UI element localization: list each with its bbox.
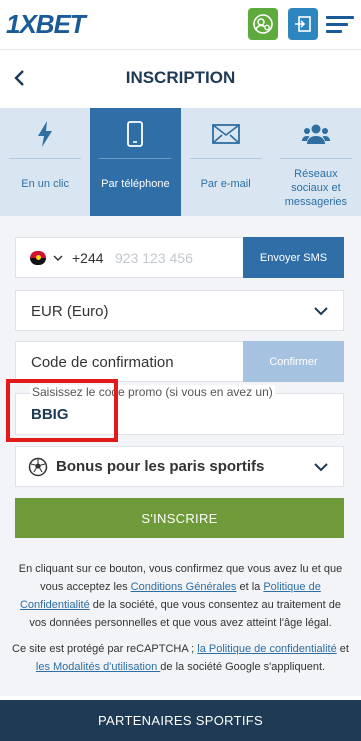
tab-label: Par téléphone	[101, 178, 170, 190]
tab-label: Par e-mail	[200, 178, 251, 190]
google-terms-link[interactable]: les Modalités d'utilisation	[36, 661, 160, 673]
tab-phone[interactable]: Par téléphone	[90, 108, 181, 216]
brand-logo[interactable]: 1XBET	[6, 9, 86, 40]
legal-text: En cliquant sur ce bouton, vous confirme…	[10, 560, 351, 676]
smartphone-icon	[127, 121, 144, 147]
page-header: INSCRIPTION	[0, 50, 361, 108]
tab-label: Réseaux sociaux et messageries	[284, 168, 348, 208]
terms-paragraph: En cliquant sur ce bouton, vous confirme…	[18, 563, 343, 629]
soccer-ball-icon	[28, 457, 48, 477]
page-title: INSCRIPTION	[125, 68, 236, 87]
highlight-box	[6, 379, 118, 442]
terms-link[interactable]: Conditions Générales	[131, 581, 237, 593]
chevron-down-icon[interactable]	[53, 254, 63, 262]
country-code: +244	[72, 250, 104, 266]
send-sms-button[interactable]: Envoyer SMS	[243, 237, 344, 278]
tab-one-click[interactable]: En un clic	[0, 108, 90, 216]
confirm-button[interactable]: Confirmer	[243, 341, 344, 382]
tab-email[interactable]: Par e-mail	[181, 108, 271, 216]
registration-tabs: En un clic Par téléphone Par e-mail Rése…	[0, 108, 361, 216]
bonus-label: Bonus pour les paris sportifs	[56, 458, 265, 475]
chevron-down-icon	[314, 463, 328, 472]
tab-label: En un clic	[21, 178, 69, 190]
recaptcha-paragraph: Ce site est protégé par reCAPTCHA ; la P…	[12, 643, 349, 673]
chevron-down-icon	[314, 307, 328, 316]
bonus-select[interactable]: Bonus pour les paris sportifs	[15, 446, 344, 487]
top-bar: 1XBET	[0, 0, 361, 50]
login-icon	[295, 16, 311, 32]
profile-button[interactable]	[248, 8, 278, 40]
confirmation-code-field: Code de confirmation Confirmer	[15, 341, 344, 382]
angola-flag-icon[interactable]	[30, 251, 46, 265]
currency-value: EUR (Euro)	[31, 303, 109, 320]
phone-input[interactable]: 923 123 456	[115, 250, 193, 266]
login-button[interactable]	[288, 8, 318, 40]
envelope-icon	[211, 124, 240, 144]
phone-field: +244 923 123 456 Envoyer SMS	[15, 237, 344, 278]
sport-partners-footer[interactable]: PARTENAIRES SPORTIFS	[0, 700, 361, 741]
register-button[interactable]: S'INSCRIRE	[15, 498, 344, 538]
currency-select[interactable]: EUR (Euro)	[15, 290, 344, 331]
user-settings-icon	[253, 14, 273, 34]
google-privacy-link[interactable]: la Politique de confidentialité	[197, 643, 336, 655]
menu-icon[interactable]	[326, 16, 354, 34]
lightning-icon	[38, 121, 53, 147]
confirmation-code-input[interactable]: Code de confirmation	[31, 354, 174, 371]
tab-social[interactable]: Réseaux sociaux et messageries	[271, 108, 361, 216]
users-icon	[301, 124, 330, 144]
